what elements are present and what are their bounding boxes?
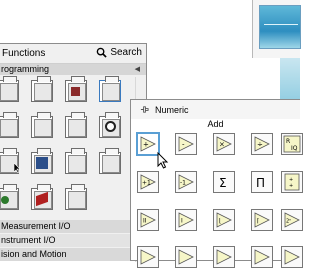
add-icon[interactable]: + [136, 132, 160, 156]
absolute-value-icon[interactable]: II [137, 209, 159, 231]
quotient-remainder-icon[interactable]: R IQ [281, 133, 303, 155]
timing-icon[interactable] [99, 112, 121, 138]
svg-text:+: + [289, 183, 293, 189]
boolean-icon[interactable] [0, 112, 19, 138]
svg-text:R: R [286, 138, 290, 145]
programming-category-header[interactable]: rogramming ◀ [0, 64, 146, 75]
watch-icon [105, 121, 116, 132]
category-instrument-io[interactable]: nstrument I/O [0, 234, 135, 247]
array-icon[interactable] [31, 76, 53, 102]
svg-text:×: × [219, 141, 225, 149]
subtract-icon[interactable]: - [175, 133, 197, 155]
svg-text:I: I [181, 218, 183, 225]
round-toward-pos-inf-icon[interactable]: ⌈ [251, 209, 273, 231]
programming-category-label: rogramming [1, 64, 50, 74]
background-window [252, 0, 301, 58]
scale-by-power-of-2-icon[interactable]: 2ⁿ [281, 209, 303, 231]
svg-text:÷: ÷ [257, 141, 263, 149]
svg-text:Σ: Σ [219, 176, 227, 190]
divide-icon[interactable]: ÷ [251, 133, 273, 155]
add-array-elements-icon[interactable]: Σ [213, 171, 235, 193]
numeric-palette: Numeric Add + - × ÷ R IQ +1 -1 Σ Π + + II … [130, 99, 303, 268]
string-icon[interactable] [31, 112, 53, 138]
mouse-cursor-icon [157, 152, 169, 169]
cluster-class-variant-icon[interactable] [65, 76, 87, 102]
sound-glyph-icon [36, 191, 48, 207]
square-root-icon[interactable] [137, 246, 159, 268]
waveform-icon[interactable] [65, 148, 87, 174]
reciprocal-icon[interactable] [251, 246, 273, 268]
search-label: Search [110, 47, 142, 58]
category-measurement-io[interactable]: Measurement I/O [0, 220, 135, 233]
search-button[interactable]: Search [96, 47, 142, 58]
svg-text:II: II [143, 218, 147, 225]
small-arrow-cursor-icon [14, 163, 21, 173]
square-icon[interactable] [175, 246, 197, 268]
numeric-icon[interactable] [99, 76, 121, 102]
sync-glyph-icon [1, 196, 9, 204]
cluster-glyph-icon [71, 87, 80, 96]
synchronization-icon[interactable] [0, 184, 19, 210]
svg-text:+1: +1 [142, 180, 151, 187]
svg-text:⌊: ⌊ [219, 218, 221, 225]
decrement-icon[interactable]: -1 [175, 171, 197, 193]
file-io-icon[interactable] [31, 148, 53, 174]
hovered-item-label: Add [207, 119, 224, 129]
round-toward-neg-inf-icon[interactable]: ⌊ [213, 209, 235, 231]
multiply-icon[interactable]: × [213, 133, 235, 155]
pin-icon[interactable] [140, 105, 149, 114]
numeric-title: Numeric [155, 104, 189, 115]
graphics-sound-icon[interactable] [31, 184, 53, 210]
increment-icon[interactable]: +1 [137, 171, 159, 193]
report-generation-icon[interactable] [65, 184, 87, 210]
category-vision-and-motion[interactable]: ision and Motion [0, 248, 135, 261]
structures-icon[interactable] [0, 76, 19, 102]
svg-text:2ⁿ: 2ⁿ [286, 219, 291, 225]
svg-text:⌈: ⌈ [257, 218, 259, 225]
svg-text:-1: -1 [180, 180, 186, 187]
functions-title: Functions [2, 48, 46, 59]
category-collapse-arrow-icon: ◀ [134, 66, 140, 73]
svg-text:Π: Π [256, 176, 265, 190]
negate-icon[interactable] [213, 246, 235, 268]
numeric-titlebar: Numeric [131, 100, 300, 119]
svg-text:IQ: IQ [291, 145, 298, 152]
round-to-nearest-icon[interactable]: I [175, 209, 197, 231]
floppy-icon [36, 157, 48, 169]
svg-text:+: + [143, 141, 149, 149]
background-ribbon [259, 5, 301, 49]
functions-palette: Functions Search rogramming ◀ Measuremen… [0, 43, 147, 262]
search-icon [97, 47, 107, 58]
compound-arithmetic-icon[interactable]: + + [281, 171, 303, 193]
comparison-icon[interactable] [65, 112, 87, 138]
multiply-array-elements-icon[interactable]: Π [251, 171, 273, 193]
sign-icon[interactable] [281, 246, 303, 268]
application-control-icon[interactable] [99, 148, 121, 174]
